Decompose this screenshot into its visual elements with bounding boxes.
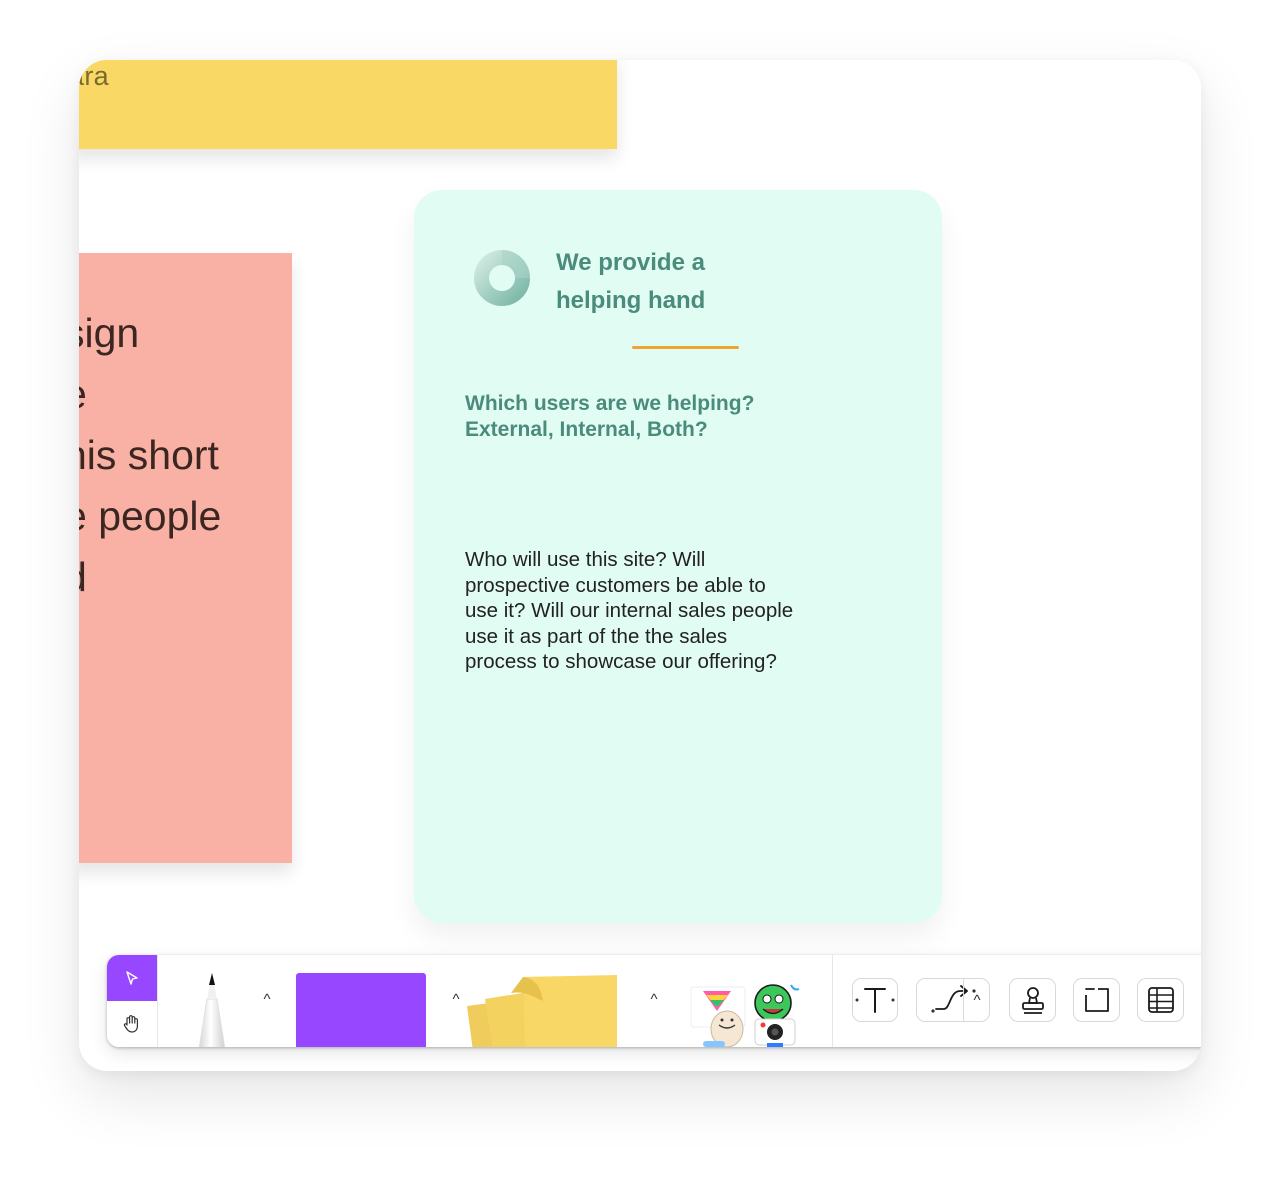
stamp-icon	[1021, 987, 1044, 1014]
yellow-sticky-note[interactable]: ara	[79, 60, 617, 149]
salmon-line-5: d	[79, 547, 221, 608]
card-question: Which users are we helping? External, In…	[465, 392, 755, 441]
card-title: We provide a helping hand	[556, 244, 705, 320]
hand-icon	[123, 1015, 138, 1033]
bottom-toolbar: ^ ^ ^ ^	[107, 955, 1201, 1047]
shape-tool-button[interactable]	[296, 973, 426, 1047]
section-icon	[1084, 988, 1109, 1012]
stickers-icon[interactable]	[685, 977, 807, 1047]
sticky-options-caret[interactable]: ^	[644, 989, 664, 1009]
pen-icon[interactable]	[177, 969, 247, 1047]
stamp-tool-button[interactable]	[1009, 978, 1056, 1022]
pen-options-caret[interactable]: ^	[257, 989, 277, 1009]
card-divider	[632, 346, 739, 349]
card-title-line-1: We provide a	[556, 249, 705, 276]
salmon-line-4: e people	[79, 493, 222, 539]
card-body-text: Who will use this site? Will prospective…	[465, 548, 794, 673]
hand-tool-button[interactable]	[107, 1001, 157, 1047]
salmon-sticky-text: sign e his short e people d	[79, 303, 221, 608]
table-tool-button[interactable]	[1137, 978, 1184, 1022]
cursor-icon	[126, 971, 138, 985]
info-card[interactable]: We provide a helping hand Which users ar…	[414, 190, 942, 923]
connector-options-caret[interactable]: ^	[967, 990, 987, 1010]
text-tool-button[interactable]	[852, 978, 898, 1022]
donut-logo-icon	[474, 250, 530, 306]
select-tool-button[interactable]	[107, 955, 157, 1001]
shape-options-caret[interactable]: ^	[446, 989, 466, 1009]
text-icon	[855, 988, 895, 1013]
card-title-line-2: helping hand	[556, 287, 706, 314]
salmon-sticky-note[interactable]: sign e his short e people d	[79, 253, 292, 863]
toolbar-separator-2	[832, 955, 833, 1047]
section-tool-button[interactable]	[1073, 978, 1120, 1022]
salmon-line-1: sign	[79, 310, 140, 356]
salmon-line-3: his short	[79, 432, 219, 478]
yellow-sticky-text: ara	[79, 61, 109, 91]
whiteboard-canvas[interactable]: ara sign e his short e people d We provi…	[79, 60, 1201, 1071]
table-icon	[1147, 987, 1174, 1013]
salmon-line-2: e	[79, 364, 221, 425]
sticky-notes-icon[interactable]	[465, 971, 635, 1047]
connector-split-divider	[963, 978, 964, 1022]
connector-tool-button[interactable]: ^	[916, 978, 990, 1022]
toolbar-separator	[157, 955, 158, 1047]
